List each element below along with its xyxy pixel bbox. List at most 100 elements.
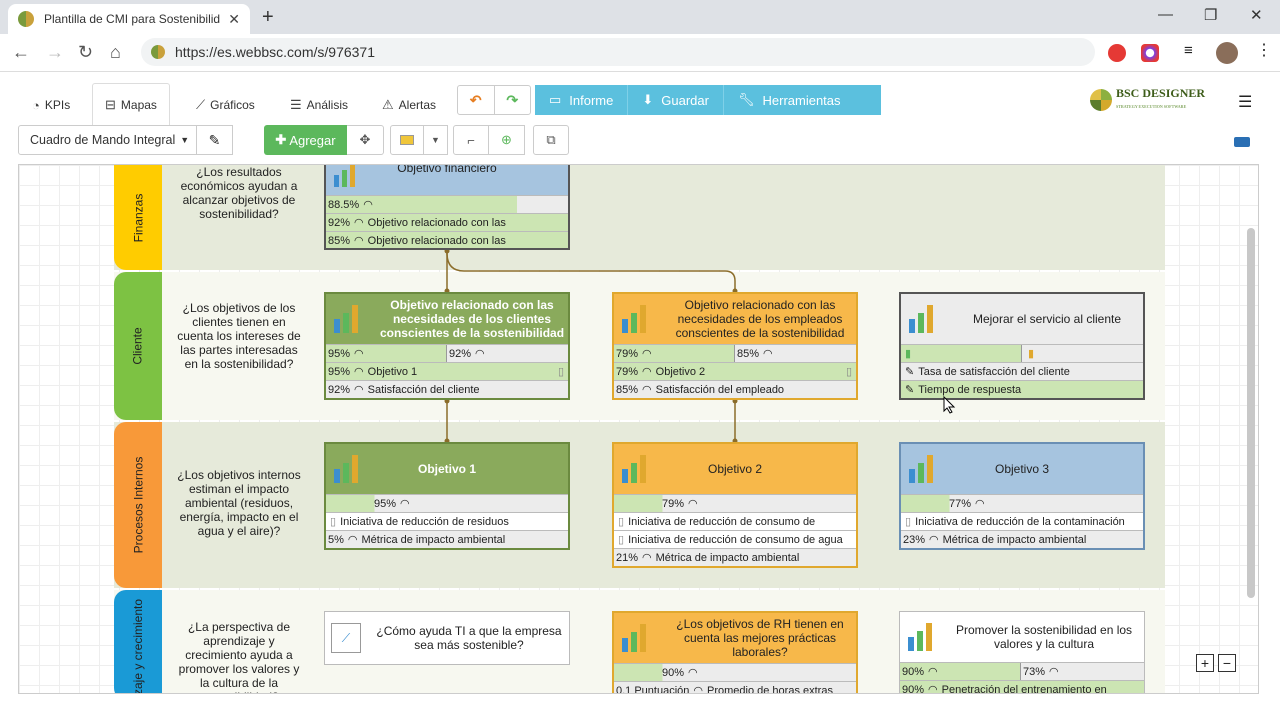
connector-icon: ⌐ (467, 132, 475, 148)
site-info-icon[interactable] (151, 45, 165, 59)
tab-analisis-label: Análisis (306, 98, 349, 112)
restore-icon[interactable]: ❐ (1204, 6, 1217, 24)
kpi-row[interactable]: ✎ Tasa de satisfacción del cliente (901, 362, 1143, 380)
wrench-icon: 🔧︎ (737, 92, 755, 107)
instagram-extension-icon[interactable] (1141, 44, 1159, 62)
undo-icon[interactable]: ↶ (458, 86, 494, 114)
zoom-in-button[interactable]: + (1196, 654, 1214, 672)
app-menu-icon[interactable]: ☰ (1238, 92, 1252, 112)
close-window-icon[interactable]: ✕ (1250, 6, 1263, 24)
media-control-icon[interactable]: ≡ (1184, 42, 1202, 60)
kpi-row[interactable]: 79% ◠ Objetivo 2 ▯ (614, 362, 856, 380)
kpi-row[interactable]: 92% ◠ Objetivo relacionado con las (326, 213, 568, 231)
new-tab-icon[interactable]: + (262, 6, 274, 29)
initiative-row[interactable]: ▯ Iniciativa de reducción de consumo de a… (614, 530, 856, 548)
edit-scorecard-button[interactable]: ✎ (197, 125, 233, 155)
progress-value: 95% (328, 347, 351, 360)
strategy-map-canvas[interactable]: Finanzas Cliente Procesos Internos zaje … (18, 164, 1259, 694)
add-node-icon: ⊕ (501, 132, 512, 147)
card-objetivos-rh[interactable]: ¿Los objetivos de RH tienen en cuenta la… (612, 611, 858, 693)
progress-row: 79% ◠ 85% ◠ (614, 344, 856, 362)
progress-value: 77% (949, 497, 972, 510)
bsc-designer-logo[interactable]: BSC DESIGNER STRATEGY EXECUTION SOFTWARE (1090, 86, 1206, 112)
gauge-icon: ◠ (400, 498, 410, 510)
copy-button[interactable]: ⧉ (533, 125, 569, 155)
card-header: Objetivo 2 (614, 444, 856, 494)
card-objetivo-3[interactable]: Objetivo 3 77% ◠ ▯ Iniciativa de reducción… (899, 442, 1145, 550)
connector-button[interactable]: ⌐ (453, 125, 489, 155)
logo-text: BSC DESIGNER (1116, 86, 1206, 100)
reload-icon[interactable]: ↻ (78, 42, 93, 63)
herramientas-button[interactable]: 🔧︎ Herramientas (722, 85, 855, 115)
kpi-row[interactable]: 90% ◠ Penetración del entrenamiento en (900, 680, 1144, 693)
url-field[interactable]: https://es.webbsc.com/s/976371 (141, 38, 1095, 66)
kpi-name: Métrica de impacto ambiental (361, 533, 506, 546)
line-chart-icon: ⟋ (196, 97, 206, 112)
home-icon[interactable]: ⌂ (110, 42, 121, 63)
profile-avatar[interactable] (1216, 42, 1238, 64)
fill-color-button[interactable] (390, 125, 424, 155)
progress-value: 79% (662, 497, 685, 510)
gauge-icon: ◠ (928, 666, 938, 678)
minimize-icon[interactable]: — (1158, 6, 1173, 23)
card-promover-sostenibilidad[interactable]: Promover la sostenibilidad en los valore… (899, 611, 1145, 693)
tab-mapas[interactable]: ⊟ Mapas (92, 83, 170, 125)
gauge-icon: ◠ (363, 199, 373, 211)
kpi-row[interactable]: 85% ◠ Objetivo relacionado con las (326, 231, 568, 248)
card-header: Promover la sostenibilidad en los valore… (900, 612, 1144, 662)
scorecard-select[interactable]: Cuadro de Mando Integral ▼ (18, 125, 197, 155)
card-mejorar-servicio[interactable]: Mejorar el servicio al cliente ▮ ▮ ✎ Tasa … (899, 292, 1145, 400)
card-objetivo-financiero[interactable]: Objetivo financiero 88.5% ◠ 92% ◠ Objetivo … (324, 165, 570, 250)
logo-subtext: STRATEGY EXECUTION SOFTWARE (1116, 104, 1187, 109)
initiative-name: Iniciativa de reducción de consumo de (628, 515, 816, 528)
informe-button[interactable]: ▭ Informe (535, 85, 627, 115)
tab-analisis[interactable]: ☰ Análisis (278, 85, 360, 125)
gauge-icon: ◠ (354, 384, 364, 396)
redo-icon[interactable]: ↷ (493, 86, 531, 114)
battery-icon: ▯ (618, 534, 625, 546)
initiative-row[interactable]: ▯ Iniciativa de reducción de la contamina… (901, 512, 1143, 530)
close-tab-icon[interactable]: ✕ (228, 11, 240, 28)
progress-value: 73% (1023, 665, 1046, 678)
kpi-row[interactable]: ✎ Tiempo de respuesta (901, 380, 1143, 398)
kpi-row[interactable]: 92% ◠ Satisfacción del cliente (326, 380, 568, 398)
scorecard-select-value: Cuadro de Mando Integral (30, 133, 176, 147)
site-favicon-icon (18, 11, 34, 27)
guardar-button[interactable]: ⬇ Guardar (627, 85, 723, 115)
back-icon[interactable]: ← (12, 42, 30, 63)
zoom-out-button[interactable]: − (1218, 654, 1236, 672)
kpi-row[interactable]: 23% ◠ Métrica de impacto ambiental (901, 530, 1143, 548)
add-button[interactable]: ✚ Agregar (264, 125, 347, 155)
tab-kpis[interactable]: ◔ KPIs (20, 85, 82, 125)
forward-icon[interactable]: → (46, 42, 64, 63)
initiative-row[interactable]: ▯ Iniciativa de reducción de residuos (326, 512, 568, 530)
card-objetivo-2[interactable]: Objetivo 2 79% ◠ ▯ Iniciativa de reducción… (612, 442, 858, 568)
kpi-row[interactable]: 5% ◠ Métrica de impacto ambiental (326, 530, 568, 548)
move-button[interactable]: ✥ (347, 125, 384, 155)
extension-icon[interactable] (1108, 44, 1126, 62)
canvas-scrollbar[interactable] (1247, 228, 1255, 598)
browser-menu-icon[interactable]: ⋮ (1256, 40, 1274, 59)
kpi-row[interactable]: 85% ◠ Satisfacción del empleado (614, 380, 856, 398)
progress-row: 77% ◠ (901, 494, 1143, 512)
tab-graficos[interactable]: ⟋ Gráficos (184, 85, 267, 125)
report-icon: ▭ (549, 92, 562, 107)
list-icon: ☰ (290, 97, 302, 112)
kpi-value: 85% (328, 234, 351, 247)
add-node-button[interactable]: ⊕ (488, 125, 525, 155)
initiative-row[interactable]: ▯ Iniciativa de reducción de consumo de (614, 512, 856, 530)
browser-tab[interactable]: Plantilla de CMI para Sostenibilid ✕ (8, 4, 250, 34)
kpi-row[interactable]: 21% ◠ Métrica de impacto ambiental (614, 548, 856, 566)
fill-color-dropdown[interactable]: ▼ (423, 125, 448, 155)
card-ti-sostenible[interactable]: ⟋ ¿Cómo ayuda TI a que la empresa sea má… (324, 611, 570, 665)
kpi-row[interactable]: 95% ◠ Objetivo 1 ▯ (326, 362, 568, 380)
tab-alertas[interactable]: ⚠ Alertas (370, 85, 448, 125)
bar-chart-icon (332, 165, 362, 187)
video-camera-icon[interactable] (1234, 137, 1250, 147)
gauge-icon: ◠ (642, 552, 652, 564)
kpi-row[interactable]: 0.1 Puntuación ◠ Promedio de horas extras (614, 681, 856, 693)
card-objetivo-1[interactable]: Objetivo 1 95% ◠ ▯ Iniciativa de reducción… (324, 442, 570, 550)
card-objetivo-empleados[interactable]: Objetivo relacionado con las necesidades… (612, 292, 858, 400)
card-objetivo-clientes[interactable]: Objetivo relacionado con las necesidades… (324, 292, 570, 400)
progress-row: 95% ◠ 92% ◠ (326, 344, 568, 362)
